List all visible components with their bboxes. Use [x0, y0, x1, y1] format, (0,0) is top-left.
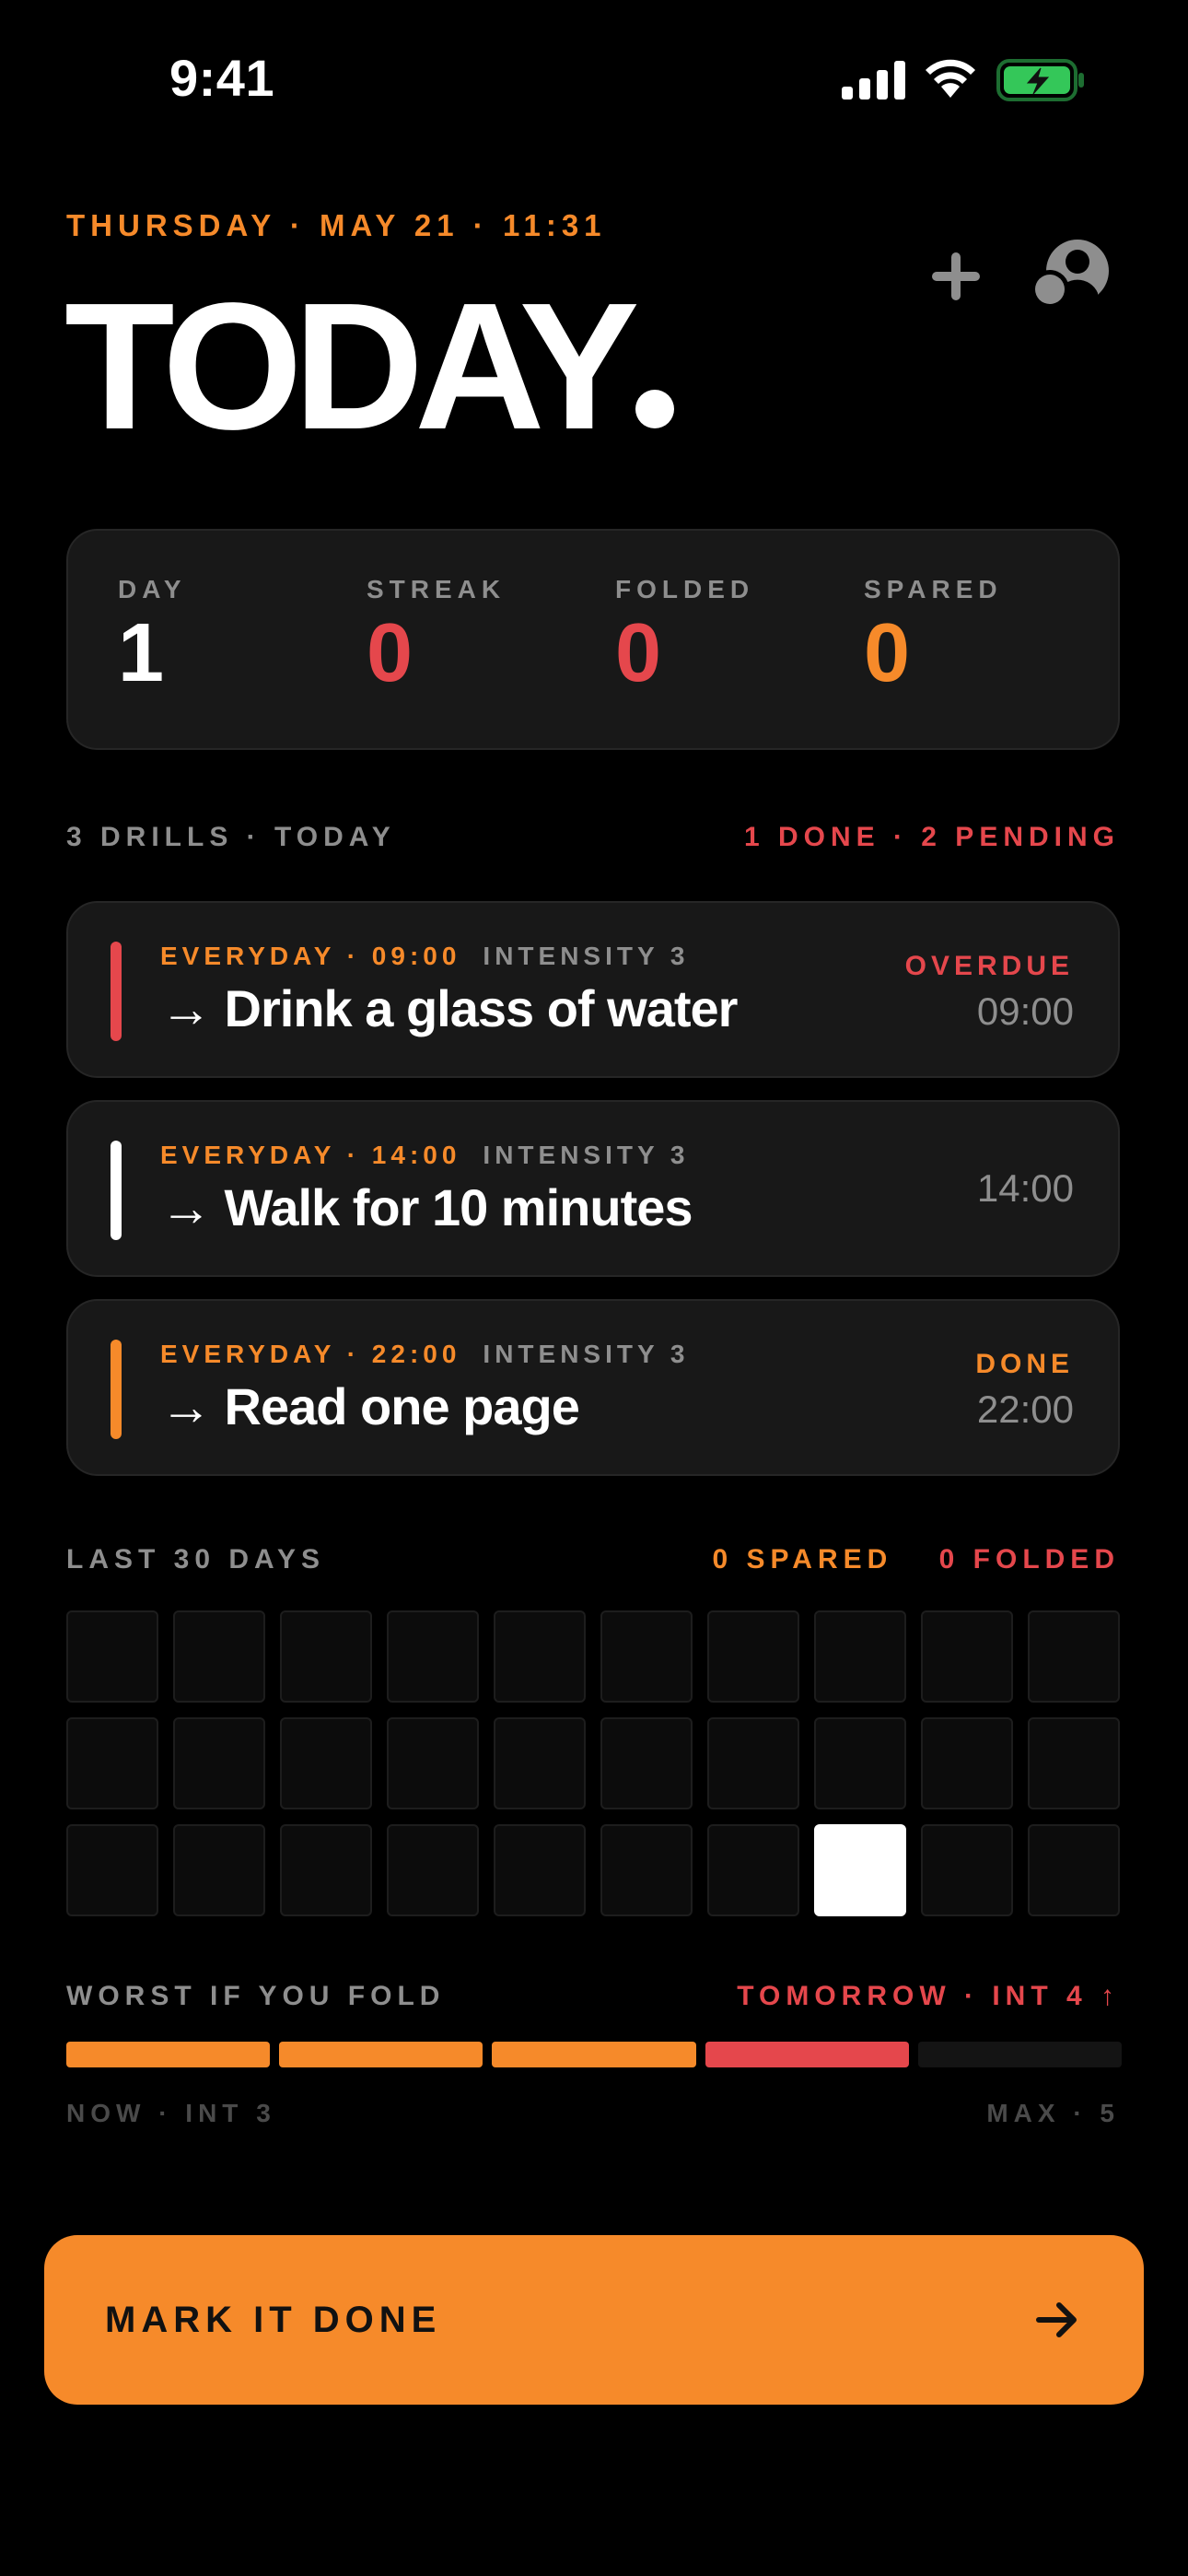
drill-time: 09:00 — [976, 989, 1074, 1033]
history-day-cell — [600, 1824, 693, 1916]
intensity-segment — [917, 2042, 1123, 2067]
history-day-cell — [66, 1610, 158, 1703]
history-day-cell — [814, 1610, 906, 1703]
history-day-cell — [814, 1717, 906, 1809]
drill-card[interactable]: EVERYDAY · 22:00 INTENSITY 3 → Read one p… — [66, 1299, 1120, 1476]
history-day-cell — [280, 1717, 372, 1809]
history-day-cell — [921, 1610, 1013, 1703]
profile-icon[interactable] — [1030, 238, 1112, 315]
fold-label: WORST IF YOU FOLD — [66, 1981, 446, 2011]
history-grid — [66, 1610, 1122, 1916]
wifi-icon — [926, 59, 975, 98]
history-day-cell — [387, 1824, 479, 1916]
stat-value: 0 — [367, 607, 413, 699]
drill-meta: EVERYDAY · 22:00 INTENSITY 3 — [160, 1340, 690, 1369]
mark-done-button[interactable]: MARK IT DONE — [44, 2235, 1144, 2405]
stat-spared: SPARED 0 — [864, 575, 1003, 699]
stat-value: 0 — [615, 607, 662, 699]
history-day-cell — [707, 1824, 799, 1916]
history-day-cell — [173, 1610, 265, 1703]
mark-done-label: MARK IT DONE — [105, 2299, 442, 2340]
history-counts: 0 SPARED 0 FOLDED — [712, 1544, 1120, 1575]
page-title: TODAY — [64, 276, 675, 457]
history-day-cell — [280, 1824, 372, 1916]
date-line: THURSDAY · MAY 21 · 11:31 — [66, 208, 607, 242]
drill-time: 14:00 — [976, 1166, 1074, 1210]
drill-schedule: EVERYDAY · 22:00 — [160, 1340, 461, 1368]
intensity-segment — [279, 2042, 483, 2067]
history-day-cell — [921, 1717, 1013, 1809]
history-day-cell — [494, 1610, 586, 1703]
drill-title: → Read one page — [160, 1377, 580, 1435]
drill-time: 22:00 — [976, 1388, 1074, 1431]
drill-card[interactable]: EVERYDAY · 14:00 INTENSITY 3 → Walk for 1… — [66, 1100, 1120, 1277]
battery-charging-icon — [996, 59, 1084, 101]
stat-label: DAY — [118, 575, 187, 603]
stat-streak: STREAK 0 — [367, 575, 506, 699]
drill-card[interactable]: EVERYDAY · 09:00 INTENSITY 3 → Drink a gl… — [66, 901, 1120, 1078]
history-day-cell — [280, 1610, 372, 1703]
drills-progress-label: 1 DONE · 2 PENDING — [743, 822, 1120, 852]
history-folded: 0 FOLDED — [938, 1544, 1120, 1575]
drill-meta: EVERYDAY · 09:00 INTENSITY 3 — [160, 942, 690, 971]
intensity-segment — [705, 2042, 909, 2067]
history-day-cell — [921, 1824, 1013, 1916]
history-day-cell — [494, 1824, 586, 1916]
stat-label: STREAK — [367, 575, 507, 603]
intensity-progress — [66, 2042, 1123, 2067]
add-drill-button[interactable] — [921, 241, 991, 311]
fold-max: MAX · 5 — [986, 2099, 1120, 2127]
stat-value: 0 — [864, 607, 911, 699]
title-dot — [635, 390, 675, 428]
plus-icon — [932, 252, 980, 300]
history-day-cell — [600, 1717, 693, 1809]
history-label: LAST 30 DAYS — [66, 1544, 325, 1575]
fold-tomorrow: TOMORROW · INT 4 ↑ — [737, 1981, 1120, 2011]
intensity-segment — [492, 2042, 696, 2067]
drill-status: DONE — [975, 1349, 1074, 1379]
history-day-cell — [494, 1717, 586, 1809]
drill-status-bar — [111, 1141, 122, 1240]
drill-meta: EVERYDAY · 14:00 INTENSITY 3 — [160, 1141, 690, 1170]
drill-title: → Walk for 10 minutes — [160, 1178, 693, 1236]
drill-intensity: INTENSITY 3 — [483, 942, 690, 970]
cellular-signal-icon — [842, 61, 905, 100]
intensity-segment — [66, 2042, 271, 2067]
history-day-cell — [387, 1717, 479, 1809]
stats-card: DAY 1 STREAK 0 FOLDED 0 SPARED 0 — [66, 529, 1120, 750]
history-day-cell — [1028, 1824, 1120, 1916]
drill-status-bar — [111, 1340, 122, 1439]
drills-count-label: 3 DRILLS · TODAY — [66, 822, 396, 852]
page-title-text: TODAY — [64, 265, 639, 467]
drill-schedule: EVERYDAY · 09:00 — [160, 942, 461, 970]
stat-value: 1 — [118, 607, 165, 699]
stat-folded: FOLDED 0 — [615, 575, 754, 699]
history-day-cell — [1028, 1717, 1120, 1809]
history-day-cell — [814, 1824, 906, 1916]
drill-status-bar — [111, 942, 122, 1041]
history-day-cell — [1028, 1610, 1120, 1703]
history-day-cell — [66, 1717, 158, 1809]
drill-title: → Drink a glass of water — [160, 979, 738, 1037]
arrow-right-icon — [1036, 2302, 1077, 2337]
history-day-cell — [173, 1824, 265, 1916]
history-day-cell — [387, 1610, 479, 1703]
history-day-cell — [707, 1610, 799, 1703]
history-day-cell — [66, 1824, 158, 1916]
status-time: 9:41 — [169, 49, 275, 107]
history-day-cell — [707, 1717, 799, 1809]
stat-label: FOLDED — [615, 575, 755, 603]
history-day-cell — [600, 1610, 693, 1703]
drill-intensity: INTENSITY 3 — [483, 1340, 690, 1368]
drill-intensity: INTENSITY 3 — [483, 1141, 690, 1169]
history-day-cell — [173, 1717, 265, 1809]
fold-now: NOW · INT 3 — [66, 2099, 276, 2127]
drill-status: OVERDUE — [904, 951, 1074, 981]
stat-label: SPARED — [864, 575, 1003, 603]
stat-day: DAY 1 — [118, 575, 187, 699]
drill-schedule: EVERYDAY · 14:00 — [160, 1141, 461, 1169]
history-spared: 0 SPARED — [712, 1544, 893, 1575]
